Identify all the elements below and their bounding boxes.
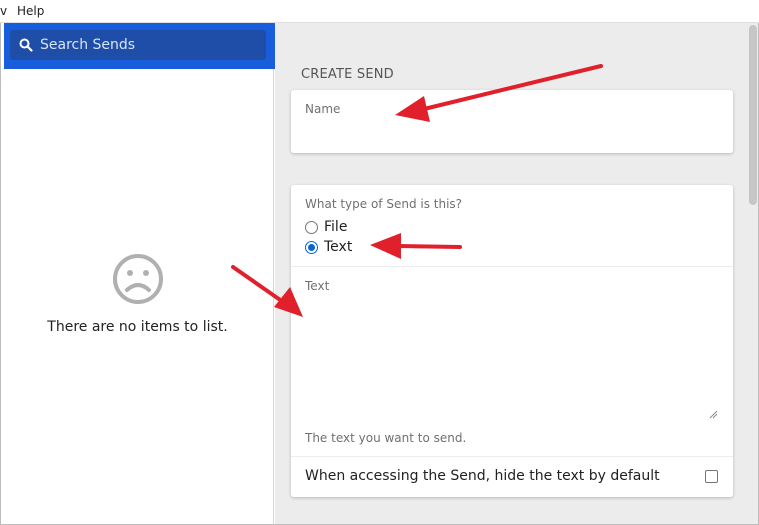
- radio-file-button[interactable]: [305, 220, 318, 234]
- send-type-question: What type of Send is this?: [305, 197, 463, 211]
- text-label: Text: [305, 279, 330, 293]
- divider: [291, 456, 733, 457]
- menu-bar: v Help: [0, 0, 759, 23]
- sends-list-pane: There are no items to list.: [1, 23, 275, 524]
- hide-text-label: When accessing the Send, hide the text b…: [305, 468, 660, 484]
- name-input[interactable]: [305, 120, 719, 142]
- search-bar: [4, 23, 275, 69]
- radio-file-label: File: [324, 219, 348, 235]
- menu-item-previous[interactable]: v: [0, 0, 7, 23]
- sad-face-icon: [113, 254, 163, 304]
- section-title: CREATE SEND: [301, 67, 394, 82]
- search-icon: [19, 38, 33, 52]
- name-label: Name: [305, 102, 341, 116]
- search-input[interactable]: [40, 30, 260, 60]
- empty-list-message: There are no items to list.: [47, 319, 228, 335]
- text-hint: The text you want to send.: [305, 431, 467, 445]
- text-input[interactable]: [305, 305, 719, 419]
- search-box[interactable]: [10, 30, 266, 60]
- name-card: Name: [291, 90, 733, 153]
- menu-item-help[interactable]: Help: [17, 0, 44, 23]
- resize-grip-icon[interactable]: [708, 409, 718, 419]
- radio-text-label: Text: [324, 239, 353, 255]
- radio-file[interactable]: File: [305, 218, 347, 236]
- hide-text-checkbox[interactable]: [705, 470, 718, 483]
- scrollbar-thumb[interactable]: [749, 25, 757, 205]
- radio-text-button[interactable]: [305, 240, 318, 254]
- divider: [291, 266, 733, 267]
- radio-text[interactable]: Text: [305, 238, 352, 256]
- send-type-card: What type of Send is this? File Text Tex…: [291, 185, 733, 497]
